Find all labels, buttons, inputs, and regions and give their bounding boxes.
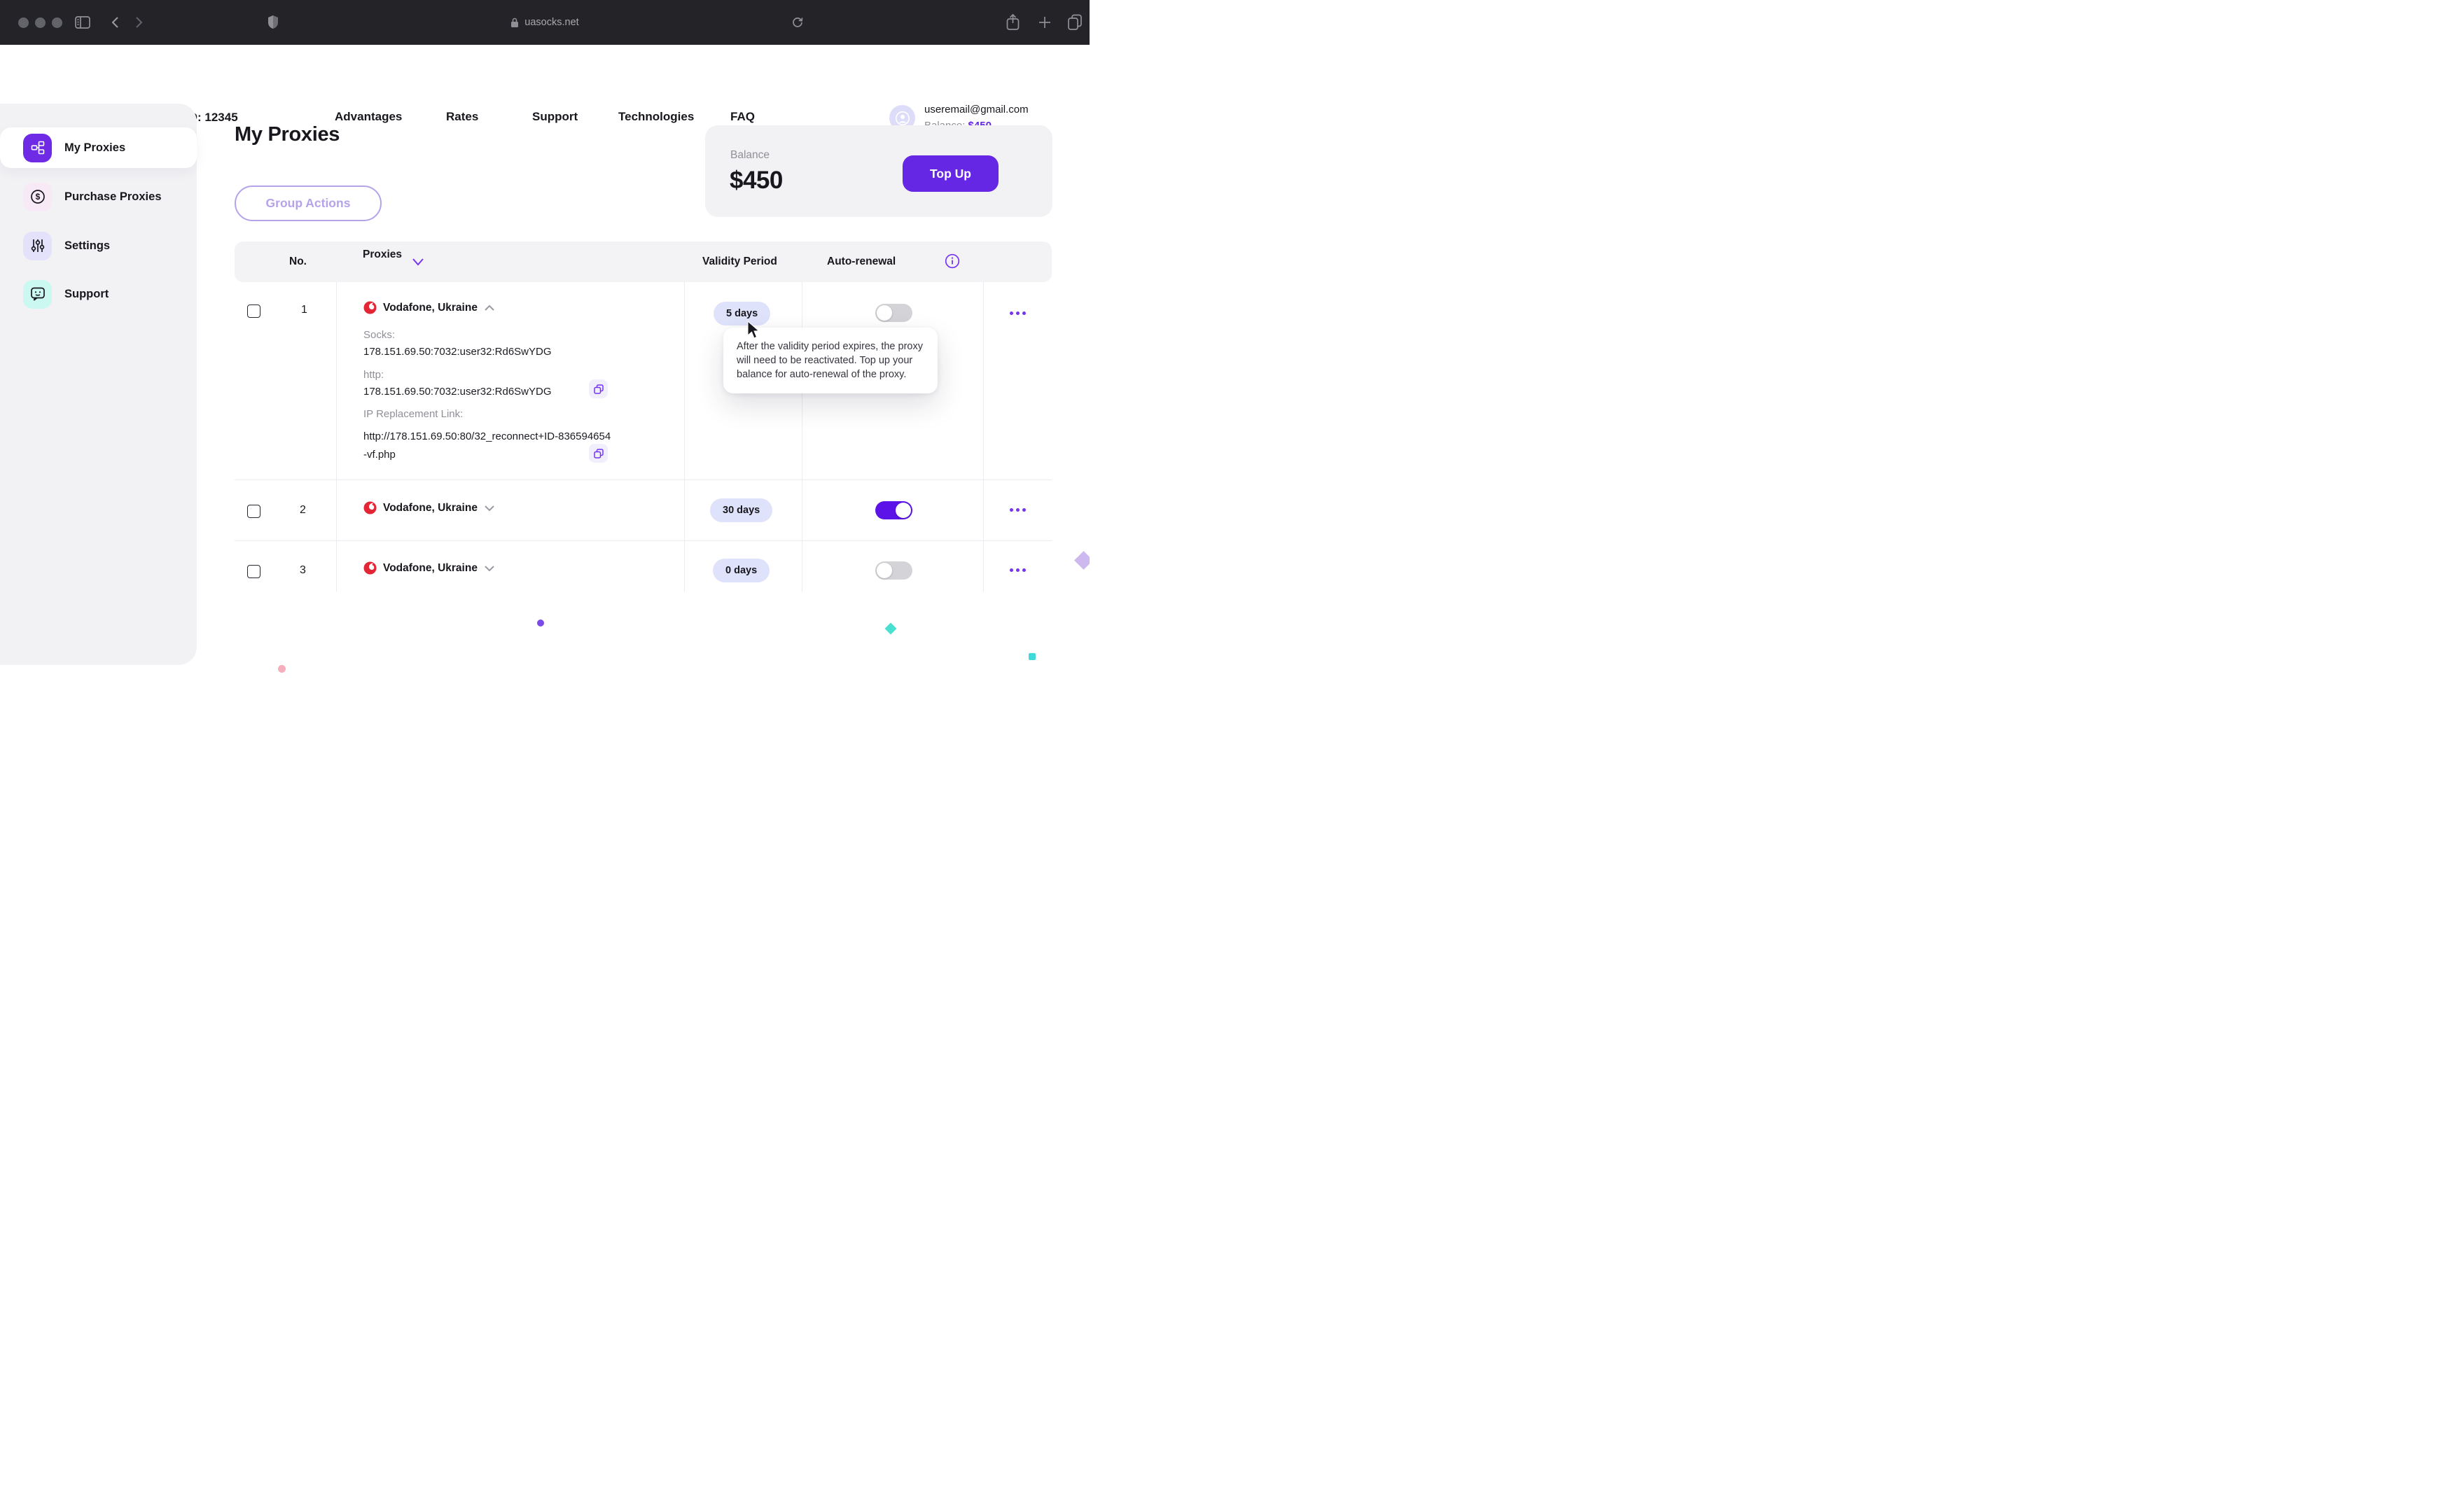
ip-replacement-label: IP Replacement Link: [363, 408, 463, 420]
column-no: No. [289, 255, 307, 268]
nav-rates[interactable]: Rates [446, 110, 478, 124]
vodafone-icon [363, 561, 377, 575]
browser-new-tab-button[interactable] [1038, 16, 1051, 29]
settings-icon [23, 232, 52, 260]
http-label: http: [363, 369, 384, 381]
support-icon [23, 280, 52, 309]
row-divider [235, 540, 1052, 541]
socks-label: Socks: [363, 329, 395, 341]
http-value: 178.151.69.50:7032:user32:Rd6SwYDG [363, 386, 552, 398]
purchase-proxies-icon: $ [23, 183, 52, 211]
table-header [235, 241, 1052, 282]
decor-square-teal [1029, 653, 1036, 660]
my-proxies-icon [23, 134, 52, 162]
auto-renewal-toggle[interactable] [875, 561, 912, 580]
decor-dot-pink [278, 665, 286, 673]
decor-dot-purple [537, 620, 544, 626]
row-menu-button[interactable] [1010, 508, 1026, 512]
row-number: 2 [300, 504, 306, 517]
svg-text:$: $ [35, 192, 40, 202]
user-email: useremail@gmail.com [924, 104, 1029, 115]
row-menu-button[interactable] [1010, 312, 1026, 315]
column-divider [983, 282, 984, 592]
lock-icon [510, 17, 519, 28]
balance-card-label: Balance [730, 149, 770, 162]
row-menu-button[interactable] [1010, 568, 1026, 572]
proxy-provider-label: Vodafone, Ukraine [383, 502, 478, 514]
validity-chip[interactable]: 0 days [713, 559, 770, 582]
group-actions-label: Group Actions [266, 196, 351, 211]
proxy-provider[interactable]: Vodafone, Ukraine [363, 501, 495, 514]
vodafone-icon [363, 301, 377, 314]
sidebar-item-support[interactable]: Support [0, 274, 197, 314]
copy-http-button[interactable] [589, 379, 608, 398]
copy-icon [594, 384, 604, 394]
user-icon [895, 111, 910, 126]
socks-value: 178.151.69.50:7032:user32:Rd6SwYDG [363, 346, 552, 358]
nav-support[interactable]: Support [532, 110, 578, 124]
row-checkbox[interactable] [247, 304, 260, 318]
row-number: 3 [300, 564, 306, 577]
nav-faq[interactable]: FAQ [730, 110, 755, 124]
browser-tabs-button[interactable] [1067, 14, 1083, 30]
chevron-down-icon[interactable] [484, 565, 495, 572]
proxies-sort-chevron-icon[interactable] [412, 258, 424, 266]
column-auto-renewal: Auto-renewal [827, 255, 896, 268]
sidebar-item-settings[interactable]: Settings [0, 225, 197, 266]
top-up-label: Top Up [930, 167, 971, 181]
proxy-provider[interactable]: Vodafone, Ukraine [363, 301, 495, 314]
auto-renewal-info-icon[interactable] [945, 253, 960, 269]
browser-share-button[interactable] [1006, 13, 1020, 31]
nav-advantages[interactable]: Advantages [335, 110, 402, 124]
page-title: My Proxies [235, 123, 340, 146]
proxy-provider-label: Vodafone, Ukraine [383, 302, 478, 314]
sidebar-item-my-proxies[interactable]: My Proxies [0, 127, 197, 168]
ip-replacement-link: http://178.151.69.50:80/32_reconnect+ID-… [363, 428, 614, 464]
group-actions-button[interactable]: Group Actions [235, 186, 382, 221]
vodafone-icon [363, 501, 377, 514]
sidebar: My Proxies $ Purchase Proxies [0, 104, 197, 665]
balance-card-amount: $450 [730, 167, 783, 195]
chevron-down-icon[interactable] [484, 505, 495, 512]
sidebar-item-label: Purchase Proxies [64, 190, 162, 204]
chevron-up-icon[interactable] [484, 304, 495, 312]
app-root: uasocks.net UASOCKS [0, 0, 1090, 673]
column-proxies: Proxies [363, 246, 396, 264]
row-checkbox[interactable] [247, 565, 260, 578]
sidebar-item-label: My Proxies [64, 141, 125, 155]
nav-technologies[interactable]: Technologies [618, 110, 694, 124]
decor-diamond-teal [885, 623, 897, 635]
site-header: UASOCKS ID: 12345 Advantages Rates Suppo… [0, 45, 1090, 104]
top-up-button[interactable]: Top Up [903, 155, 999, 192]
url-text: uasocks.net [524, 17, 578, 28]
column-divider [684, 282, 685, 592]
proxy-provider[interactable]: Vodafone, Ukraine [363, 561, 495, 575]
column-validity-period: Validity Period [702, 255, 777, 268]
row-number: 1 [301, 304, 307, 316]
row-divider [235, 479, 1052, 480]
proxy-provider-label: Vodafone, Ukraine [383, 562, 478, 575]
browser-address-bar[interactable]: uasocks.net [0, 0, 1090, 45]
copy-icon [594, 449, 604, 458]
browser-titlebar: uasocks.net [0, 0, 1090, 45]
mouse-cursor [746, 321, 762, 340]
auto-renewal-toggle[interactable] [875, 304, 912, 322]
auto-renewal-toggle[interactable] [875, 501, 912, 519]
validity-chip[interactable]: 30 days [710, 498, 772, 522]
row-checkbox[interactable] [247, 505, 260, 518]
copy-ip-link-button[interactable] [589, 444, 608, 463]
sidebar-item-purchase-proxies[interactable]: $ Purchase Proxies [0, 176, 197, 217]
column-divider [336, 282, 337, 592]
decor-diamond-lavender [1074, 551, 1090, 570]
sidebar-item-label: Support [64, 288, 109, 301]
browser-reload-button[interactable] [791, 16, 804, 29]
sidebar-item-label: Settings [64, 239, 110, 253]
